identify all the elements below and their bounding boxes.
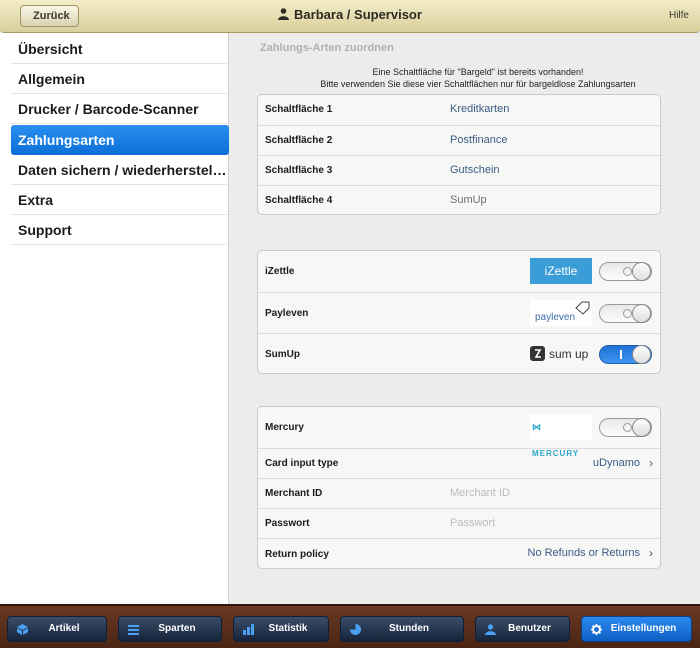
sidebar-item-drucker[interactable]: Drucker / Barcode-Scanner: [11, 94, 229, 124]
tab-label: Sparten: [158, 623, 196, 634]
sidebar-item-daten-sichern[interactable]: Daten sichern / wiederherstellen: [11, 155, 229, 185]
tab-stunden[interactable]: Stunden: [340, 616, 464, 642]
chevron-right-icon: ›: [649, 546, 653, 560]
user-icon: [485, 624, 496, 635]
mercury-label: Mercury: [265, 422, 304, 433]
bar-chart-icon: [243, 624, 254, 635]
return-policy-row[interactable]: Return policy No Refunds or Returns ›: [258, 538, 660, 569]
provider-label: Payleven: [265, 308, 309, 319]
payment-button-label: Schaltfläche 2: [265, 135, 333, 146]
payleven-logo: payleven: [530, 300, 592, 326]
return-policy-value: No Refunds or Returns: [527, 547, 641, 559]
tab-artikel[interactable]: Artikel: [7, 616, 107, 642]
tab-label: Einstellungen: [610, 623, 677, 634]
tab-label: Benutzer: [508, 623, 551, 634]
payment-settings-pane: Zahlungs-Arten zuordnen Eine Schaltfläch…: [229, 33, 700, 604]
user-icon: [278, 8, 290, 20]
bottom-tab-bar: Artikel Sparten Statistik Stunden Benutz…: [0, 604, 700, 648]
payment-button-label: Schaltfläche 1: [265, 104, 333, 115]
tab-label: Statistik: [268, 623, 308, 634]
tab-benutzer[interactable]: Benutzer: [475, 616, 570, 642]
card-input-value: uDynamo: [592, 457, 640, 469]
tab-label: Artikel: [48, 623, 80, 634]
sumup-logo: sum up: [530, 341, 592, 367]
sidebar-item-allgemein[interactable]: Allgemein: [11, 64, 229, 94]
return-policy-label: Return policy: [265, 549, 329, 560]
payleven-tag-icon: [575, 301, 590, 315]
sidebar-item-uebersicht[interactable]: Übersicht: [11, 34, 229, 64]
sumup-logo-text: sum up: [549, 347, 589, 361]
chevron-right-icon: ›: [649, 456, 653, 470]
payment-button-label: Schaltfläche 3: [265, 165, 333, 176]
page-title: Barbara / Supervisor: [0, 7, 700, 22]
payment-buttons-panel: Schaltfläche 1 Kreditkarten Schaltfläche…: [257, 94, 661, 215]
card-input-label: Card input type: [265, 458, 339, 469]
payment-button-value[interactable]: Postfinance: [450, 134, 507, 146]
password-label: Passwort: [265, 518, 310, 529]
sidebar-item-zahlungsarten[interactable]: Zahlungsarten: [11, 125, 229, 155]
payment-button-label: Schaltfläche 4: [265, 195, 333, 206]
box-icon: [17, 624, 28, 635]
password-row: Passwort Passwort: [258, 508, 660, 538]
merchant-id-label: Merchant ID: [265, 488, 323, 499]
merchant-id-row: Merchant ID Merchant ID: [258, 478, 660, 508]
card-input-row[interactable]: Card input type uDynamo ›: [258, 448, 660, 478]
payleven-logo-text: payleven: [535, 312, 576, 323]
provider-row-izettle: iZettle iZettle: [258, 251, 660, 292]
izettle-logo: iZettle: [530, 258, 592, 284]
payment-button-row-4[interactable]: Schaltfläche 4 SumUp: [258, 185, 660, 215]
card-reader-panel: iZettle iZettle Payleven payleven SumUp …: [257, 250, 661, 374]
payment-button-value[interactable]: SumUp: [450, 194, 487, 206]
izettle-toggle[interactable]: [599, 262, 652, 281]
settings-sidebar: Übersicht Allgemein Drucker / Barcode-Sc…: [0, 33, 229, 604]
sidebar-item-extra[interactable]: Extra: [11, 185, 229, 215]
cash-note-line1: Eine Schaltfläche für "Bargeld" ist bere…: [372, 67, 584, 77]
top-bar: Zurück Barbara / Supervisor Hilfe: [0, 0, 700, 33]
pie-icon: [350, 624, 361, 635]
provider-label: iZettle: [265, 266, 295, 277]
mercury-logo: ⋈ MERCURY: [530, 414, 592, 458]
tab-label: Stunden: [389, 623, 429, 634]
gear-icon: [591, 624, 602, 635]
mercury-m-icon: ⋈: [532, 422, 542, 432]
payment-button-value[interactable]: Gutschein: [450, 164, 500, 176]
tab-einstellungen[interactable]: Einstellungen: [581, 616, 692, 642]
sumup-mark-icon: [530, 346, 545, 361]
mercury-toggle[interactable]: [599, 418, 652, 437]
payment-button-value[interactable]: Kreditkarten: [450, 103, 509, 115]
payment-button-row-3[interactable]: Schaltfläche 3 Gutschein: [258, 155, 660, 185]
provider-row-payleven: Payleven payleven: [258, 292, 660, 333]
provider-label: SumUp: [265, 349, 300, 360]
payleven-toggle[interactable]: [599, 304, 652, 323]
provider-row-sumup: SumUp sum up: [258, 333, 660, 374]
sidebar-item-support[interactable]: Support: [11, 215, 229, 245]
list-icon: [128, 625, 139, 635]
cash-note-line2: Bitte verwenden Sie diese vier Schaltflä…: [320, 79, 636, 89]
mercury-panel: Mercury ⋈ MERCURY Card input type uDynam…: [257, 406, 661, 569]
mercury-row: Mercury ⋈ MERCURY: [258, 407, 660, 458]
merchant-id-input[interactable]: Merchant ID: [450, 487, 510, 499]
section-title: Zahlungs-Arten zuordnen: [260, 42, 394, 54]
payment-button-row-2[interactable]: Schaltfläche 2 Postfinance: [258, 125, 660, 155]
tab-sparten[interactable]: Sparten: [118, 616, 222, 642]
tab-statistik[interactable]: Statistik: [233, 616, 329, 642]
payment-button-row-1[interactable]: Schaltfläche 1 Kreditkarten: [258, 95, 660, 125]
sumup-toggle[interactable]: [599, 345, 652, 364]
password-input[interactable]: Passwort: [450, 517, 495, 529]
help-link[interactable]: Hilfe: [669, 10, 689, 21]
page-title-text: Barbara / Supervisor: [294, 7, 422, 22]
